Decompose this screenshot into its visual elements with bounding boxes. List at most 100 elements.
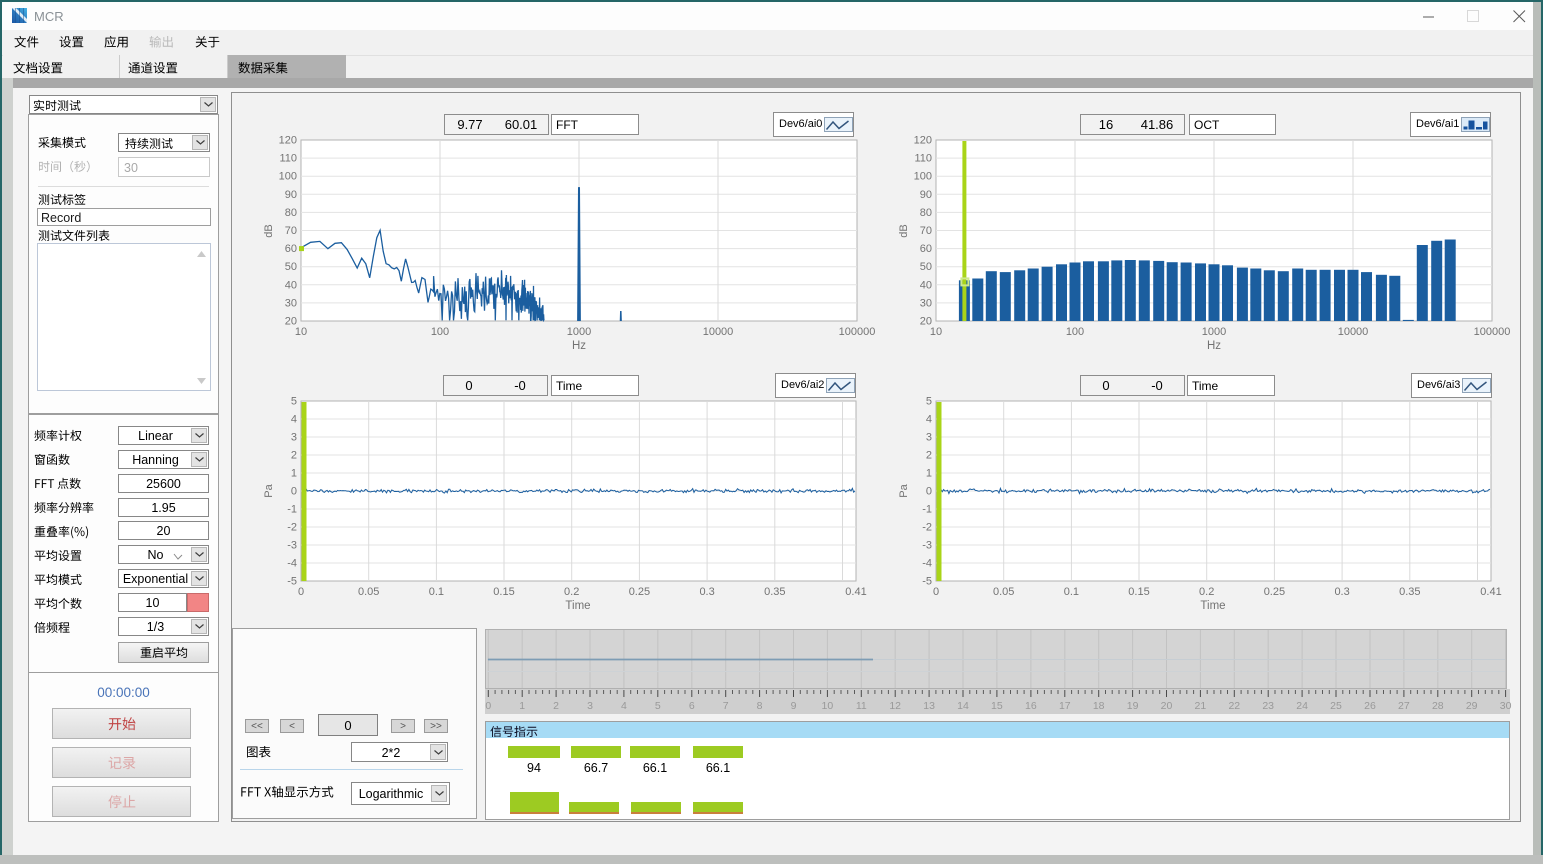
svg-text:-5: -5: [287, 576, 297, 588]
svg-text:100000: 100000: [1474, 326, 1511, 338]
svg-text:4: 4: [291, 414, 297, 426]
svg-text:13: 13: [923, 700, 935, 712]
svg-text:-2: -2: [287, 522, 297, 534]
svg-text:0: 0: [298, 586, 304, 598]
svg-text:1: 1: [291, 468, 297, 480]
svg-text:30: 30: [1500, 700, 1512, 712]
svg-text:0.1: 0.1: [1064, 586, 1079, 598]
svg-text:40: 40: [920, 279, 932, 291]
svg-text:3: 3: [926, 432, 932, 444]
svg-text:8: 8: [757, 700, 763, 712]
svg-text:5: 5: [655, 700, 661, 712]
svg-text:19: 19: [1127, 700, 1139, 712]
svg-text:Pa: Pa: [263, 483, 275, 497]
svg-text:70: 70: [285, 225, 297, 237]
svg-text:80: 80: [920, 207, 932, 219]
svg-text:dB: dB: [898, 224, 910, 237]
svg-text:25: 25: [1330, 700, 1342, 712]
svg-text:28: 28: [1432, 700, 1444, 712]
svg-text:50: 50: [285, 261, 297, 273]
svg-text:Hz: Hz: [572, 340, 586, 352]
svg-text:80: 80: [285, 207, 297, 219]
svg-text:0.35: 0.35: [764, 586, 785, 598]
svg-text:60: 60: [285, 243, 297, 255]
svg-text:0: 0: [926, 486, 932, 498]
svg-text:120: 120: [279, 135, 297, 147]
svg-text:110: 110: [279, 153, 297, 165]
svg-text:100: 100: [1066, 326, 1084, 338]
svg-text:7: 7: [723, 700, 729, 712]
svg-text:10: 10: [930, 326, 942, 338]
svg-text:-3: -3: [922, 540, 932, 552]
svg-text:110: 110: [914, 153, 932, 165]
svg-text:0.35: 0.35: [1399, 586, 1420, 598]
svg-text:6: 6: [689, 700, 695, 712]
svg-text:100: 100: [279, 171, 297, 183]
svg-text:dB: dB: [263, 224, 275, 237]
svg-text:0.41: 0.41: [845, 586, 866, 598]
svg-text:-3: -3: [287, 540, 297, 552]
svg-text:-2: -2: [922, 522, 932, 534]
svg-text:30: 30: [920, 297, 932, 309]
svg-text:0.15: 0.15: [1128, 586, 1149, 598]
svg-text:10: 10: [822, 700, 834, 712]
svg-text:70: 70: [920, 225, 932, 237]
svg-text:Time: Time: [565, 600, 590, 612]
svg-text:2: 2: [926, 450, 932, 462]
svg-text:22: 22: [1228, 700, 1240, 712]
svg-text:-4: -4: [922, 558, 932, 570]
svg-text:0.3: 0.3: [699, 586, 714, 598]
svg-text:21: 21: [1195, 700, 1207, 712]
svg-text:-4: -4: [287, 558, 297, 570]
svg-text:10000: 10000: [703, 326, 734, 338]
svg-text:26: 26: [1364, 700, 1376, 712]
svg-text:0: 0: [291, 486, 297, 498]
svg-text:29: 29: [1466, 700, 1478, 712]
svg-text:0.15: 0.15: [493, 586, 514, 598]
svg-text:12: 12: [889, 700, 901, 712]
svg-text:0.3: 0.3: [1334, 586, 1349, 598]
svg-text:0: 0: [933, 586, 939, 598]
svg-text:1: 1: [519, 700, 525, 712]
svg-text:0.1: 0.1: [429, 586, 444, 598]
svg-text:1000: 1000: [567, 326, 591, 338]
svg-text:27: 27: [1398, 700, 1410, 712]
svg-text:0.05: 0.05: [993, 586, 1014, 598]
svg-text:2: 2: [291, 450, 297, 462]
svg-text:3: 3: [291, 432, 297, 444]
svg-text:5: 5: [926, 396, 932, 408]
svg-text:20: 20: [1161, 700, 1173, 712]
svg-text:18: 18: [1093, 700, 1105, 712]
svg-text:100: 100: [914, 171, 932, 183]
svg-text:5: 5: [291, 396, 297, 408]
svg-text:15: 15: [991, 700, 1003, 712]
svg-text:Pa: Pa: [898, 483, 910, 497]
svg-text:Time: Time: [1200, 600, 1225, 612]
svg-text:0: 0: [485, 700, 491, 712]
svg-text:14: 14: [957, 700, 969, 712]
svg-text:9: 9: [791, 700, 797, 712]
svg-text:0.05: 0.05: [358, 586, 379, 598]
svg-text:16: 16: [1025, 700, 1037, 712]
svg-text:0.2: 0.2: [1199, 586, 1214, 598]
svg-text:3: 3: [587, 700, 593, 712]
svg-text:-1: -1: [287, 504, 297, 516]
svg-text:50: 50: [920, 261, 932, 273]
svg-text:2: 2: [553, 700, 559, 712]
svg-text:17: 17: [1059, 700, 1071, 712]
svg-text:90: 90: [920, 189, 932, 201]
svg-text:4: 4: [926, 414, 932, 426]
svg-text:0.41: 0.41: [1480, 586, 1501, 598]
svg-text:-1: -1: [922, 504, 932, 516]
svg-text:60: 60: [920, 243, 932, 255]
svg-text:0.2: 0.2: [564, 586, 579, 598]
svg-text:11: 11: [856, 700, 867, 712]
svg-text:10: 10: [295, 326, 307, 338]
svg-text:100: 100: [431, 326, 449, 338]
svg-text:100000: 100000: [839, 326, 876, 338]
svg-text:10000: 10000: [1338, 326, 1369, 338]
svg-text:23: 23: [1262, 700, 1274, 712]
svg-text:1000: 1000: [1202, 326, 1226, 338]
svg-text:90: 90: [285, 189, 297, 201]
svg-text:0.25: 0.25: [629, 586, 650, 598]
